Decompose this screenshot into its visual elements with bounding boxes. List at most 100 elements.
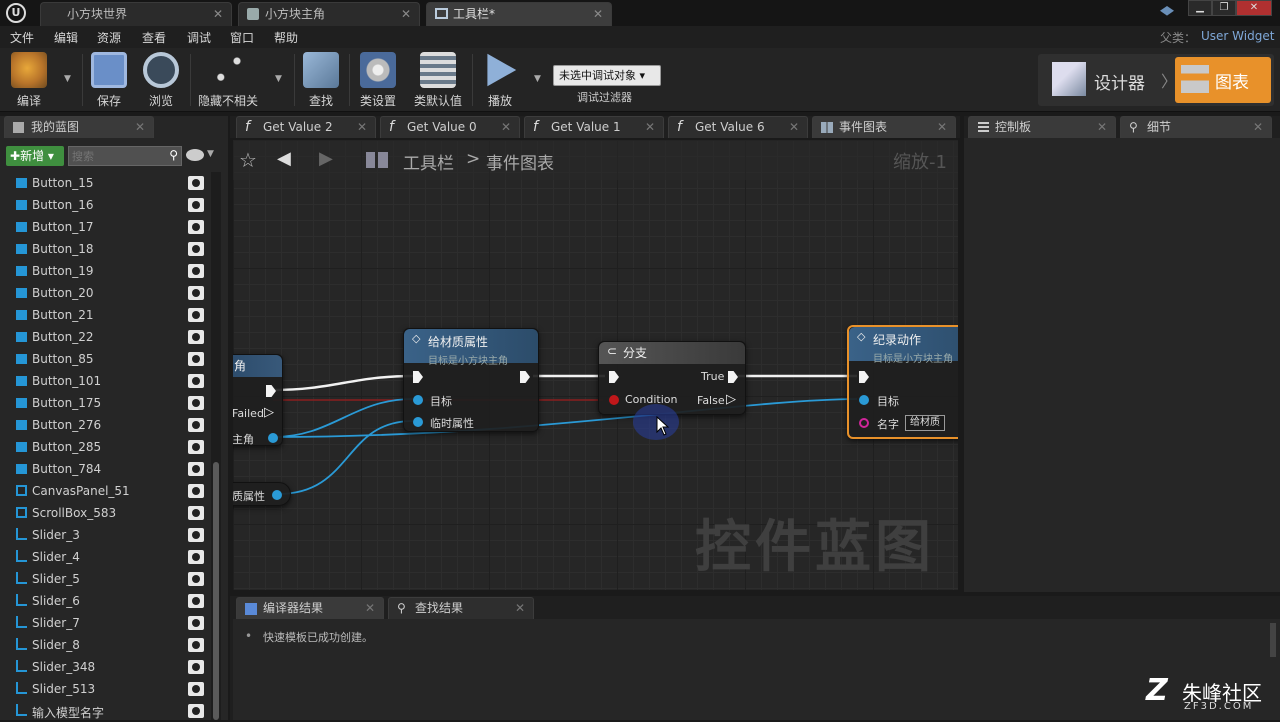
visibility-eye-icon[interactable]: [188, 682, 204, 696]
list-item[interactable]: Slider_7: [0, 612, 208, 634]
temp-property-pin[interactable]: [413, 417, 423, 427]
close-icon[interactable]: ✕: [515, 598, 525, 618]
close-window-button[interactable]: ✕: [1236, 0, 1272, 16]
visibility-eye-icon[interactable]: [188, 242, 204, 256]
play-options-dropdown[interactable]: ▼: [534, 74, 541, 84]
debug-object-select[interactable]: 未选中调试对象 ▾: [553, 65, 661, 86]
list-item[interactable]: Button_101: [0, 370, 208, 392]
close-icon[interactable]: ✕: [401, 3, 411, 25]
tab-get-value-0[interactable]: f Get Value 0 ✕: [380, 116, 520, 138]
tab-character[interactable]: 小方块主角 ✕: [238, 2, 420, 26]
compile-options-dropdown[interactable]: ▼: [64, 74, 71, 84]
exec-out-pin[interactable]: [266, 385, 276, 397]
event-graph-canvas[interactable]: ☆ ◀ ▶ 工具栏 > 事件图表 缩放-1 角 Failed ▷ 主角 质属性 …: [233, 140, 958, 590]
visibility-eye-icon[interactable]: [188, 418, 204, 432]
visibility-eye-icon[interactable]: [188, 176, 204, 190]
exec-in-pin[interactable]: [413, 371, 423, 383]
list-item[interactable]: Button_20: [0, 282, 208, 304]
save-button[interactable]: 保存: [88, 52, 130, 110]
visibility-eye-icon[interactable]: [188, 330, 204, 344]
close-icon[interactable]: ✕: [365, 598, 375, 618]
close-icon[interactable]: ✕: [501, 117, 511, 137]
list-item[interactable]: Button_21: [0, 304, 208, 326]
list-item[interactable]: CanvasPanel_51: [0, 480, 208, 502]
list-item[interactable]: Button_16: [0, 194, 208, 216]
close-icon[interactable]: ✕: [357, 117, 367, 137]
visibility-eye-icon[interactable]: [188, 286, 204, 300]
visibility-eye-icon[interactable]: [188, 528, 204, 542]
list-item[interactable]: ScrollBox_583: [0, 502, 208, 524]
close-icon[interactable]: ✕: [789, 117, 799, 137]
maximize-button[interactable]: ❐: [1212, 0, 1236, 16]
find-button[interactable]: 查找: [300, 52, 342, 110]
tab-get-value-2[interactable]: f Get Value 2 ✕: [236, 116, 376, 138]
visibility-eye-icon[interactable]: [188, 440, 204, 454]
visibility-eye-icon[interactable]: [188, 638, 204, 652]
list-item[interactable]: Slider_5: [0, 568, 208, 590]
close-icon[interactable]: ✕: [593, 3, 603, 25]
tree-scrollbar[interactable]: [211, 172, 221, 720]
condition-pin[interactable]: [609, 395, 619, 405]
search-icon[interactable]: ⚲: [169, 148, 178, 162]
menu-view[interactable]: 查看: [142, 29, 166, 46]
close-icon[interactable]: ✕: [937, 117, 947, 137]
search-field[interactable]: ⚲: [68, 146, 182, 166]
list-item[interactable]: Button_276: [0, 414, 208, 436]
visibility-eye-icon[interactable]: [188, 374, 204, 388]
list-item[interactable]: Button_15: [0, 172, 208, 194]
tab-find-results[interactable]: ⚲ 查找结果 ✕: [388, 597, 534, 619]
parent-class-link[interactable]: User Widget: [1201, 29, 1274, 43]
menu-asset[interactable]: 资源: [97, 29, 121, 46]
hide-unrelated-button[interactable]: 隐藏不相关: [196, 52, 260, 110]
node-record-action[interactable]: ◇ 纪录动作 目标是小方块主角 目标 名字 给材质: [847, 325, 958, 439]
tab-palette[interactable]: 控制板 ✕: [968, 116, 1116, 138]
close-icon[interactable]: ✕: [1253, 117, 1263, 137]
exec-in-pin[interactable]: [609, 371, 619, 383]
compile-button[interactable]: 编译: [6, 52, 52, 110]
close-icon[interactable]: ✕: [135, 117, 145, 137]
results-scrollbar[interactable]: [1270, 623, 1276, 657]
list-item[interactable]: Slider_348: [0, 656, 208, 678]
minimize-button[interactable]: ▁: [1188, 0, 1212, 16]
visibility-eye-icon[interactable]: [188, 308, 204, 322]
list-item[interactable]: Slider_3: [0, 524, 208, 546]
exec-in-pin[interactable]: [859, 371, 869, 383]
list-item[interactable]: Button_22: [0, 326, 208, 348]
close-icon[interactable]: ✕: [645, 117, 655, 137]
node-partial-left[interactable]: 角 Failed ▷ 主角: [233, 354, 283, 446]
class-defaults-button[interactable]: 类默认值: [410, 52, 466, 110]
visibility-eye-icon[interactable]: [188, 220, 204, 234]
visibility-eye-icon[interactable]: [188, 198, 204, 212]
class-settings-button[interactable]: 类设置: [354, 52, 402, 110]
close-icon[interactable]: ✕: [213, 3, 223, 25]
menu-file[interactable]: 文件: [10, 29, 34, 46]
visibility-eye-icon[interactable]: [188, 264, 204, 278]
false-exec-pin[interactable]: ▷: [726, 392, 736, 407]
designer-mode-button[interactable]: 设计器: [1046, 58, 1162, 102]
node-set-material-property[interactable]: ◇ 给材质属性 目标是小方块主角 目标 临时属性: [403, 328, 539, 432]
browse-button[interactable]: 浏览: [140, 52, 182, 110]
visibility-eye-icon[interactable]: [188, 550, 204, 564]
list-item[interactable]: Slider_8: [0, 634, 208, 656]
visibility-eye-icon[interactable]: [188, 506, 204, 520]
target-pin[interactable]: [413, 395, 423, 405]
menu-help[interactable]: 帮助: [274, 29, 298, 46]
tab-compiler-results[interactable]: 编译器结果 ✕: [236, 597, 384, 619]
node-branch[interactable]: ⊂ 分支 True Condition False ▷: [598, 341, 746, 415]
list-item[interactable]: Button_18: [0, 238, 208, 260]
tab-event-graph[interactable]: 事件图表 ✕: [812, 116, 956, 138]
menu-debug[interactable]: 调试: [187, 29, 211, 46]
list-item[interactable]: Slider_513: [0, 678, 208, 700]
character-out-pin[interactable]: [268, 433, 278, 443]
tab-toolbar[interactable]: 工具栏* ✕: [426, 2, 612, 26]
list-item[interactable]: Button_784: [0, 458, 208, 480]
search-input[interactable]: [69, 147, 163, 165]
exec-out-pin[interactable]: [520, 371, 530, 383]
tab-get-value-6[interactable]: f Get Value 6 ✕: [668, 116, 808, 138]
visibility-eye-icon[interactable]: [188, 594, 204, 608]
target-pin[interactable]: [859, 395, 869, 405]
menu-window[interactable]: 窗口: [230, 29, 254, 46]
failed-exec-pin[interactable]: ▷: [264, 405, 274, 420]
close-icon[interactable]: ✕: [1097, 117, 1107, 137]
list-item[interactable]: Button_19: [0, 260, 208, 282]
